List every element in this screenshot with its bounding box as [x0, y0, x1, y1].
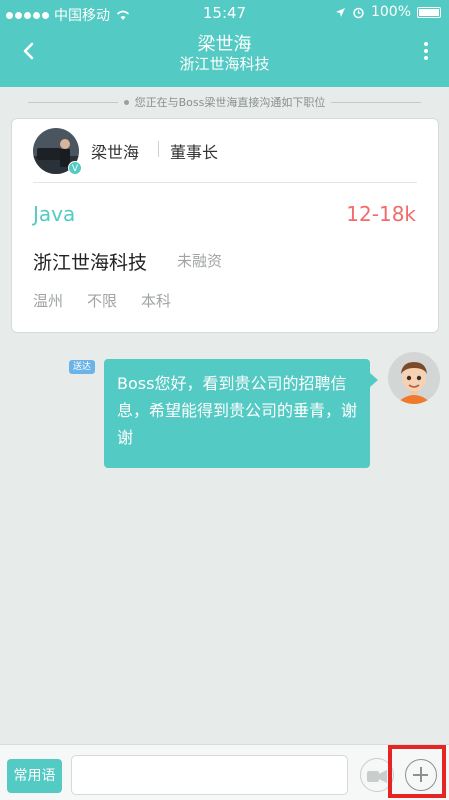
job-card[interactable]: V 梁世海 董事长 Java 12-18k 浙江世海科技 未融资 温州 不限 本…: [11, 118, 439, 333]
divider-line: [331, 101, 422, 103]
funding-stage: 未融资: [177, 252, 223, 270]
chat-notice: 您正在与Boss梁世海直接沟通如下职位: [0, 94, 449, 110]
page-subtitle: 浙江世海科技: [179, 55, 270, 73]
salary: 12-18k: [346, 202, 416, 226]
top-bar: 中国移动 15:47 100% 梁世海 浙江世海科技: [0, 0, 449, 87]
boss-name: 梁世海: [91, 143, 140, 162]
divider-line: [27, 101, 118, 103]
common-phrases-button[interactable]: 常用语: [7, 759, 62, 793]
card-divider: [33, 182, 417, 183]
delivered-badge: 送达: [69, 360, 96, 374]
verified-badge: V: [68, 161, 82, 175]
tag-experience: 不限: [87, 292, 118, 310]
highlight-box: [388, 745, 446, 798]
job-tags: 温州 不限 本科: [33, 290, 171, 311]
message-bubble[interactable]: Boss您好，看到贵公司的招聘信息，希望能得到贵公司的垂青，谢谢: [104, 359, 378, 468]
alarm-icon: [353, 7, 364, 18]
bullet-dot: [123, 99, 129, 105]
job-title: Java: [33, 202, 76, 226]
status-right: 100%: [335, 4, 441, 20]
more-vertical-icon[interactable]: [421, 40, 431, 62]
input-bar: 常用语: [0, 744, 449, 800]
tag-education: 本科: [141, 292, 172, 310]
name-separator: [158, 141, 159, 157]
battery-icon: [417, 6, 441, 18]
tag-location: 温州: [33, 292, 64, 310]
notice-text: 您正在与Boss梁世海直接沟通如下职位: [134, 96, 326, 109]
status-bar: 中国移动 15:47 100%: [0, 0, 449, 26]
battery-label: 100%: [370, 4, 411, 20]
my-avatar[interactable]: [388, 352, 440, 404]
boss-title: 董事长: [170, 143, 219, 162]
location-icon: [335, 7, 345, 17]
company-name: 浙江世海科技: [33, 252, 148, 274]
message-input[interactable]: [71, 755, 348, 795]
